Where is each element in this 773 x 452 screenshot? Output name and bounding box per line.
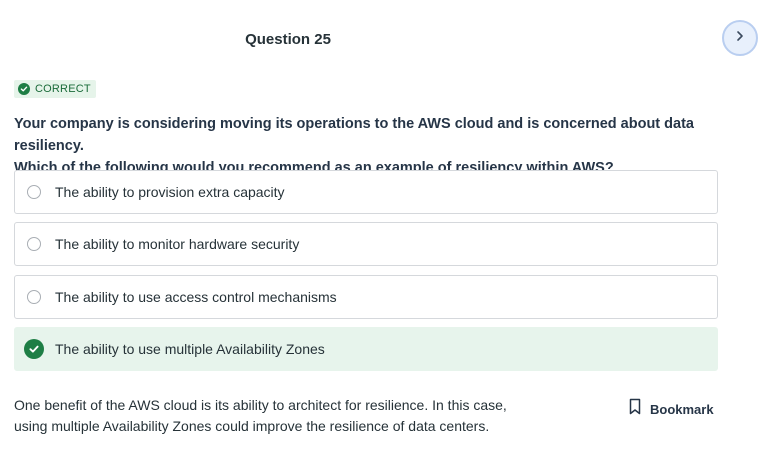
- bookmark-button[interactable]: Bookmark: [628, 398, 714, 420]
- next-question-button[interactable]: [722, 20, 758, 56]
- radio-icon[interactable]: [27, 237, 41, 251]
- chevron-right-icon: [734, 29, 746, 47]
- radio-icon[interactable]: [27, 290, 41, 304]
- answer-option-label: The ability to provision extra capacity: [55, 184, 285, 200]
- answer-option-label: The ability to use access control mechan…: [55, 289, 337, 305]
- result-badge: CORRECT: [14, 80, 96, 98]
- explanation-line-1: One benefit of the AWS cloud is its abil…: [14, 397, 507, 413]
- result-badge-label: CORRECT: [35, 83, 91, 95]
- question-title: Question 25: [245, 31, 331, 48]
- explanation-text: One benefit of the AWS cloud is its abil…: [14, 395, 534, 437]
- answer-option-1[interactable]: The ability to provision extra capacity: [14, 170, 718, 214]
- bookmark-label: Bookmark: [650, 401, 714, 417]
- check-circle-icon: [18, 83, 30, 95]
- explanation-line-2: using multiple Availability Zones could …: [14, 418, 490, 434]
- answer-option-2[interactable]: The ability to monitor hardware security: [14, 222, 718, 266]
- answer-option-4[interactable]: The ability to use multiple Availability…: [14, 327, 718, 371]
- check-circle-icon[interactable]: [24, 339, 44, 359]
- answer-option-label: The ability to use multiple Availability…: [55, 341, 325, 357]
- answer-option-3[interactable]: The ability to use access control mechan…: [14, 275, 718, 319]
- question-line-1: Your company is considering moving its o…: [14, 116, 694, 154]
- bookmark-icon: [628, 398, 642, 420]
- radio-icon[interactable]: [27, 185, 41, 199]
- answer-option-label: The ability to monitor hardware security: [55, 236, 300, 252]
